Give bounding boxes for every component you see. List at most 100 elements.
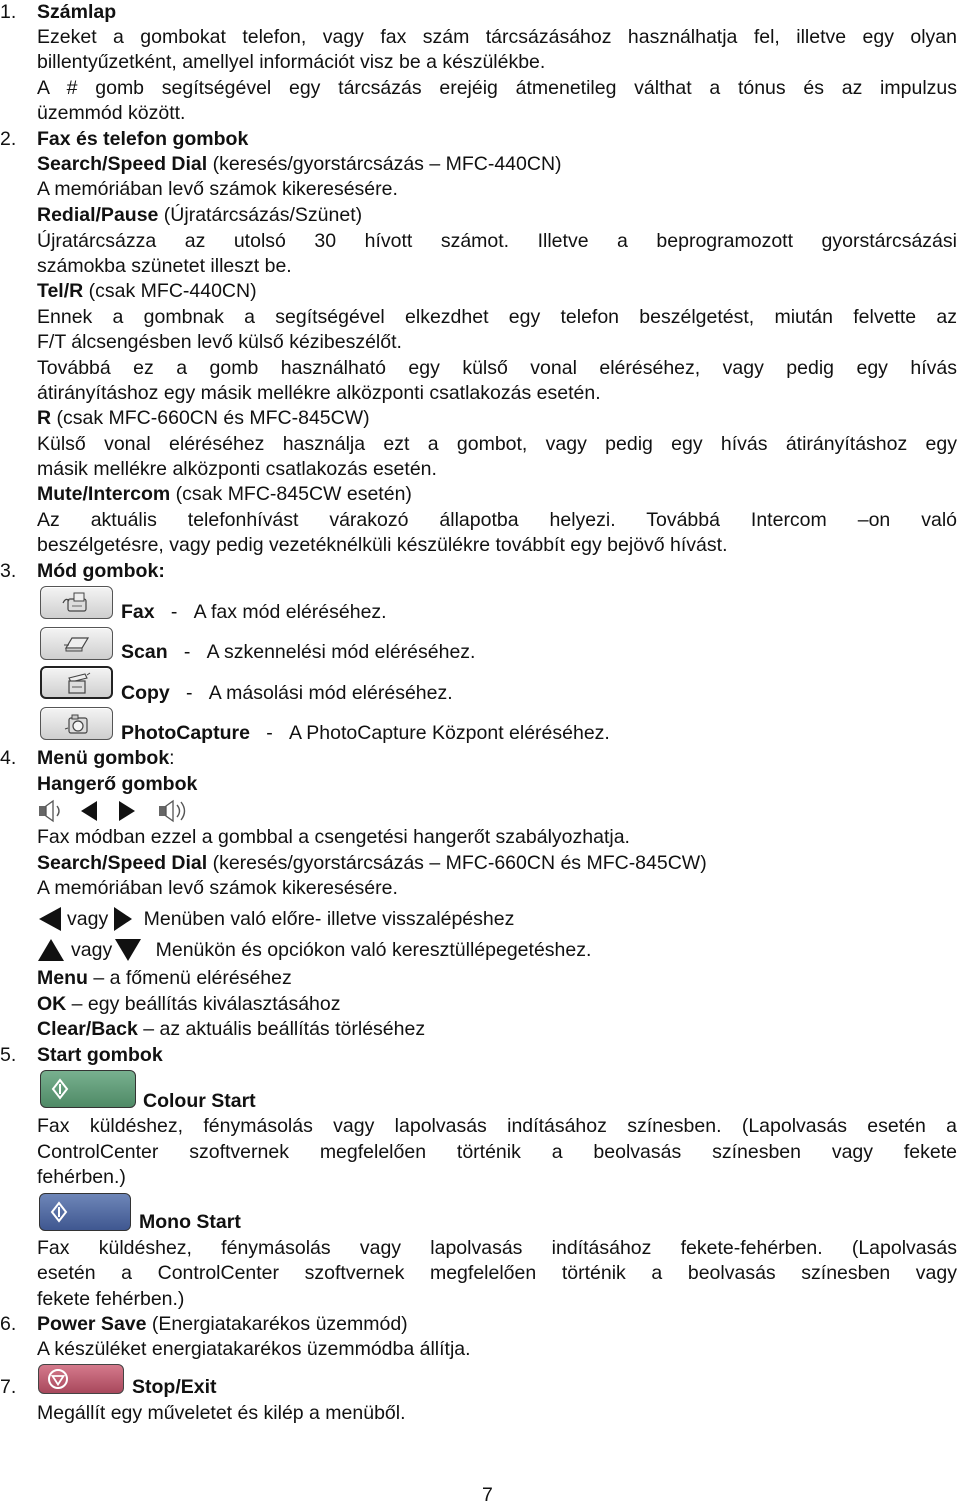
button-name: Tel/R [37,280,84,302]
paragraph-line: Fax küldéshez, fénymásolás vagy lapolvas… [37,1237,957,1259]
paragraph-line: Megállít egy műveletet és kilép a menübő… [37,1402,406,1424]
scanner-icon [63,636,89,651]
start-diamond-icon [51,1078,69,1100]
paragraph-line: fehérben.) [37,1166,126,1188]
paragraph-line: Külső vonal eléréséhez használja ezt a g… [37,433,957,455]
button-label: Mono Start [139,1211,241,1233]
paragraph-line: Továbbá ez a gomb használható egy külső … [37,357,957,379]
button-name: R [37,407,52,429]
up-arrow-icon [38,938,64,961]
section-title: Mód gombok: [37,560,165,582]
mode-separator: - [266,722,273,744]
or-text: vagy [67,908,109,930]
paragraph-line: átirányításhoz egy másik mellékre alközp… [37,382,601,404]
button-label: Stop/Exit [132,1376,217,1398]
title-colon: : [169,747,175,769]
subheading: Search/Speed Dial (keresés/gyorstárcsázá… [37,851,957,875]
button-desc: – a főmenü eléréséhez [87,967,292,989]
down-arrow-icon [115,938,142,961]
section-title-text: Power Save [37,1313,147,1335]
paragraph-line: beszélgetésre, vagy pedig vezetéknélküli… [37,534,728,556]
mode-row: Scan - A szkennelési mód eléréséhez. [121,640,957,664]
volume-low-icon[interactable] [39,799,60,823]
paragraph-text: Menüben való előre- illetve visszalépésh… [143,908,515,930]
photocapture-mode-button[interactable] [40,707,113,740]
section-title: Start gombok [37,1044,163,1066]
subheading-note: (csak MFC-440CN) [83,280,257,302]
right-arrow-icon[interactable] [119,801,135,821]
paragraph-line: Újratárcsázza az utolsó 30 hívott számot… [37,230,957,252]
section-title: Menü gombok: [37,746,957,770]
left-arrow-icon [39,907,61,931]
section-number: 4. [0,747,17,769]
mode-desc: A szkennelési mód eléréséhez. [206,641,476,663]
section-number: 7. [0,1376,17,1398]
section-number: 6. [0,1313,17,1335]
mode-desc: A másolási mód eléréséhez. [208,682,453,704]
mode-name: PhotoCapture [121,722,250,744]
paragraph-line: üzemmód között. [37,102,186,124]
mode-desc: A PhotoCapture Központ eléréséhez. [288,722,610,744]
mode-row: PhotoCapture - A PhotoCapture Központ el… [121,721,957,745]
copier-icon [67,672,90,694]
subheading: R (csak MFC-660CN és MFC-845CW) [37,406,957,430]
section-number: 3. [0,560,17,582]
colour-start-button[interactable] [40,1070,136,1108]
paragraph-line: F/T álcsengésben levő külső kézibeszélőt… [37,331,402,353]
mode-name: Copy [121,682,170,704]
mode-desc: A fax mód eléréséhez. [193,601,387,623]
button-label: Colour Start [143,1090,256,1112]
paragraph-line: Fax módban ezzel a gombbal a csengetési … [37,826,630,848]
volume-high-icon[interactable] [159,799,186,823]
button-name: OK [37,993,67,1015]
button-name: Mute/Intercom [37,483,171,505]
subheading: Tel/R (csak MFC-440CN) [37,279,957,303]
left-right-row: vagy Menüben való előre- illetve visszal… [37,906,957,934]
subheading: Hangerő gombok [37,773,198,795]
mode-separator: - [183,641,191,663]
stop-icon [48,1369,68,1389]
subheading-note: (keresés/gyorstárcsázás – MFC-440CN) [207,153,562,175]
paragraph-line: Az aktuális telefonhívást várakozó állap… [37,509,957,531]
paragraph-line: billentyűzetként, amellyel információt v… [37,51,546,73]
mode-row: Fax - A fax mód eléréséhez. [121,600,957,624]
section-title: Power Save (Energiatakarékos üzemmód) [37,1312,957,1336]
button-name: Clear/Back [37,1018,138,1040]
paragraph-line: ControlCenter szoftvernek megfelelően tö… [37,1141,957,1163]
camera-icon [64,714,88,734]
paragraph-line: esetén a ControlCenter szoftvernek megfe… [37,1262,957,1284]
button-name: Search/Speed Dial [37,153,208,175]
subheading-note: (keresés/gyorstárcsázás – MFC-660CN és M… [207,852,707,874]
stop-exit-button[interactable] [38,1364,124,1394]
volume-buttons-row [37,798,957,824]
mode-separator: - [186,682,193,704]
left-arrow-icon[interactable] [81,801,97,821]
mode-separator: - [170,601,178,623]
section-title: Fax és telefon gombok [37,128,249,150]
subheading-note: (csak MFC-845CW esetén) [170,483,412,505]
paragraph-line: A készüléket energiatakarékos üzemmódba … [37,1338,471,1360]
button-desc: – az aktuális beállítás törléséhez [137,1018,426,1040]
fax-icon [61,592,87,612]
scan-mode-button[interactable] [40,627,113,660]
section-title-text: Menü gombok [37,747,170,769]
paragraph-line: számokba szünetet illeszt be. [37,255,292,277]
button-name: Redial/Pause [37,204,159,226]
right-arrow-icon [114,907,133,931]
paragraph-line: A memóriában levő számok kikeresésére. [37,877,398,899]
mono-start-button[interactable] [39,1193,131,1231]
start-diamond-icon [50,1201,68,1223]
paragraph-line: A memóriában levő számok kikeresésére. [37,178,398,200]
section-number: 2. [0,128,17,150]
volume-icons [39,799,186,823]
mode-name: Fax [121,601,155,623]
copy-mode-button[interactable] [40,666,113,699]
paragraph-line: A # gomb segítségével egy tárcsázás erej… [37,77,957,99]
menu-item: Menu – a főmenü eléréséhez [37,966,957,990]
button-name: Menu [37,967,88,989]
paragraph-line: Ezeket a gombokat telefon, vagy fax szám… [37,26,957,48]
paragraph-line: fekete fehérben.) [37,1288,185,1310]
subheading: Redial/Pause (Újratárcsázás/Szünet) [37,203,957,227]
menu-item: OK – egy beállítás kiválasztásához [37,992,957,1016]
fax-mode-button[interactable] [40,586,113,619]
